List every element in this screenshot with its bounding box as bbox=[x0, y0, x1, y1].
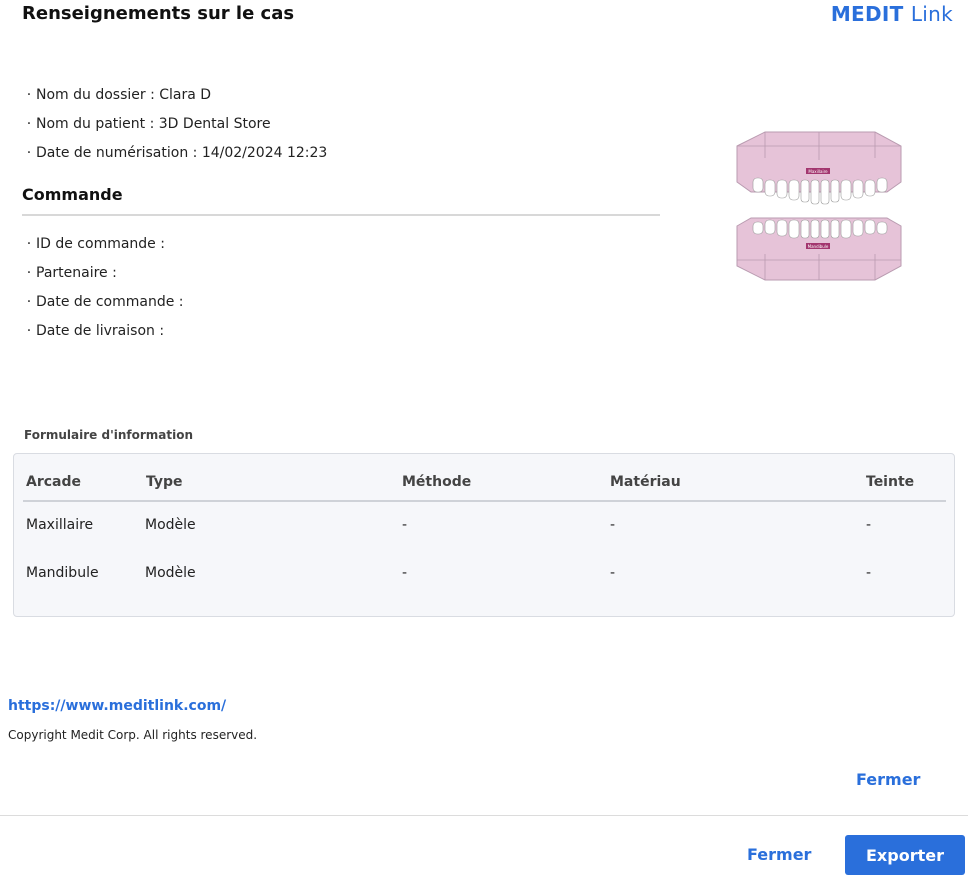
cell-shade: - bbox=[866, 565, 872, 581]
footer-divider bbox=[0, 815, 968, 816]
case-info-folder-name: · Nom du dossier : Clara D bbox=[26, 87, 212, 103]
column-header-arcade: Arcade bbox=[26, 474, 82, 490]
cell-shade: - bbox=[866, 517, 872, 533]
cell-method: - bbox=[402, 565, 408, 581]
cell-material: - bbox=[610, 565, 616, 581]
close-button-top[interactable]: Fermer bbox=[856, 770, 920, 789]
logo-brand: MEDIT bbox=[830, 2, 904, 26]
order-info-list: · ID de commande : · Partenaire : · Date de… bbox=[22, 234, 184, 350]
cell-method: - bbox=[402, 517, 408, 533]
case-info-list: · Nom du dossier : Clara D · Nom du patien… bbox=[22, 85, 328, 172]
close-button[interactable]: Fermer bbox=[747, 845, 811, 864]
cell-type: Modèle bbox=[145, 517, 196, 533]
cell-material: - bbox=[610, 517, 616, 533]
case-info-scan-date: · Date de numérisation : 14/02/2024 12:23 bbox=[26, 145, 328, 161]
column-header-method: Méthode bbox=[402, 474, 472, 490]
column-header-material: Matériau bbox=[610, 474, 681, 490]
cell-type: Modèle bbox=[145, 565, 196, 581]
upper-arch-label: Maxillaire bbox=[808, 169, 828, 174]
medit-link-logo: MEDIT Link bbox=[831, 2, 953, 26]
page-title: Renseignements sur le cas bbox=[22, 3, 295, 24]
copyright-text: Copyright Medit Corp. All rights reserve… bbox=[8, 728, 258, 742]
order-date: · Date de commande : bbox=[26, 294, 184, 310]
order-id: · ID de commande : bbox=[26, 236, 165, 252]
order-divider bbox=[22, 214, 660, 216]
cell-arcade: Maxillaire bbox=[26, 517, 94, 533]
table-row: Mandibule Modèle - - - bbox=[23, 555, 946, 603]
lower-arch-label: Mandibule bbox=[808, 244, 829, 249]
case-info-patient-name: · Nom du patient : 3D Dental Store bbox=[26, 116, 271, 132]
column-header-type: Type bbox=[146, 474, 183, 490]
cell-arcade: Mandibule bbox=[26, 565, 99, 581]
logo-link: Link bbox=[910, 2, 953, 26]
order-section-title: Commande bbox=[22, 185, 123, 204]
information-form-table: Arcade Type Méthode Matériau Teinte Maxi… bbox=[13, 453, 955, 617]
table-row: Maxillaire Modèle - - - bbox=[23, 507, 946, 555]
export-button[interactable]: Exporter bbox=[845, 835, 965, 875]
meditlink-url-link[interactable]: https://www.meditlink.com/ bbox=[8, 698, 226, 714]
form-section-title: Formulaire d'information bbox=[24, 428, 194, 442]
column-header-shade: Teinte bbox=[866, 474, 915, 490]
order-delivery-date: · Date de livraison : bbox=[26, 323, 165, 339]
table-header: Arcade Type Méthode Matériau Teinte bbox=[23, 468, 946, 502]
dental-arch-illustration: Maxillaire Mandibule bbox=[736, 131, 902, 281]
order-partner: · Partenaire : bbox=[26, 265, 117, 281]
